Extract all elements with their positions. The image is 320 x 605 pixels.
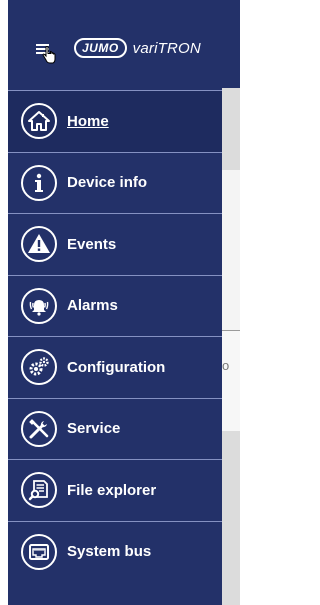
alarm-bell-icon [21, 287, 57, 324]
nav-item-label: Device info [67, 174, 148, 192]
nav-menu: Home Device info Events Alarms Configura… [8, 90, 222, 582]
background-header [222, 0, 240, 88]
nav-item-label: Service [67, 420, 121, 438]
background-text-fragment: o [222, 358, 230, 373]
navigation-drawer: JUMO variTRON Home Device info Events Al… [8, 0, 222, 605]
nav-item-events[interactable]: Events [8, 213, 222, 275]
tools-icon [21, 410, 57, 447]
warning-icon [21, 226, 57, 263]
network-port-icon [21, 533, 57, 570]
nav-item-service[interactable]: Service [8, 397, 222, 460]
app-window: o JUMO variTRON Home Device info Events … [0, 0, 240, 605]
nav-item-alarms[interactable]: Alarms [8, 274, 222, 337]
info-icon [21, 164, 57, 201]
nav-item-file-explorer[interactable]: File explorer [8, 459, 222, 521]
gears-icon [21, 349, 57, 386]
nav-item-home[interactable]: Home [8, 90, 222, 152]
nav-item-label: Home [67, 112, 109, 130]
home-icon [21, 103, 57, 140]
nav-item-label: System bus [67, 543, 152, 561]
background-page: o [222, 0, 240, 605]
nav-item-label: Alarms [67, 297, 118, 315]
nav-item-device-info[interactable]: Device info [8, 151, 222, 214]
menu-toggle-button[interactable] [36, 38, 58, 68]
drawer-header: JUMO variTRON [8, 0, 222, 88]
nav-item-system-bus[interactable]: System bus [8, 520, 222, 583]
brand-logo: JUMO variTRON [74, 38, 201, 58]
file-search-icon [21, 472, 57, 509]
nav-item-label: File explorer [67, 481, 157, 499]
product-name: variTRON [132, 39, 201, 57]
jumo-badge: JUMO [74, 38, 127, 58]
nav-item-configuration[interactable]: Configuration [8, 336, 222, 398]
nav-item-label: Configuration [67, 358, 166, 376]
pointer-hand-icon [42, 46, 56, 64]
nav-item-label: Events [67, 235, 117, 253]
background-card [222, 170, 240, 330]
background-card-2 [222, 330, 240, 431]
